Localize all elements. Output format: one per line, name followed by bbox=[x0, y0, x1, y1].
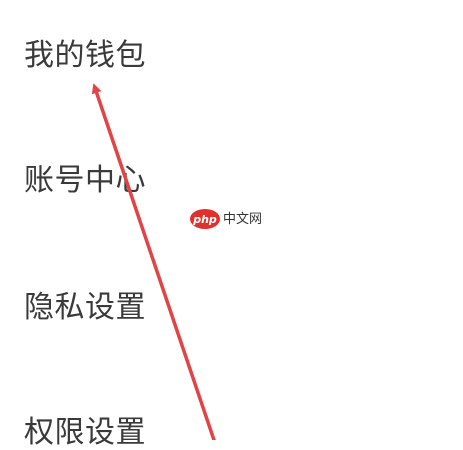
menu-item-label: 账号中心 bbox=[24, 163, 146, 198]
menu-item-label: 权限设置 bbox=[24, 415, 146, 450]
menu-item-privacy-settings[interactable]: 隐私设置 bbox=[24, 291, 146, 325]
menu-item-label: 隐私设置 bbox=[24, 290, 146, 325]
watermark: php 中文网 bbox=[190, 209, 262, 229]
arrow-shaft bbox=[91, 83, 216, 440]
menu-item-account-center[interactable]: 账号中心 bbox=[24, 164, 146, 198]
menu-item-my-wallet[interactable]: 我的钱包 bbox=[24, 39, 146, 73]
php-logo-icon: php bbox=[190, 209, 220, 229]
watermark-site-text: 中文网 bbox=[223, 211, 263, 227]
menu-item-label: 我的钱包 bbox=[24, 38, 146, 73]
menu-item-permission-settings[interactable]: 权限设置 bbox=[24, 416, 146, 450]
